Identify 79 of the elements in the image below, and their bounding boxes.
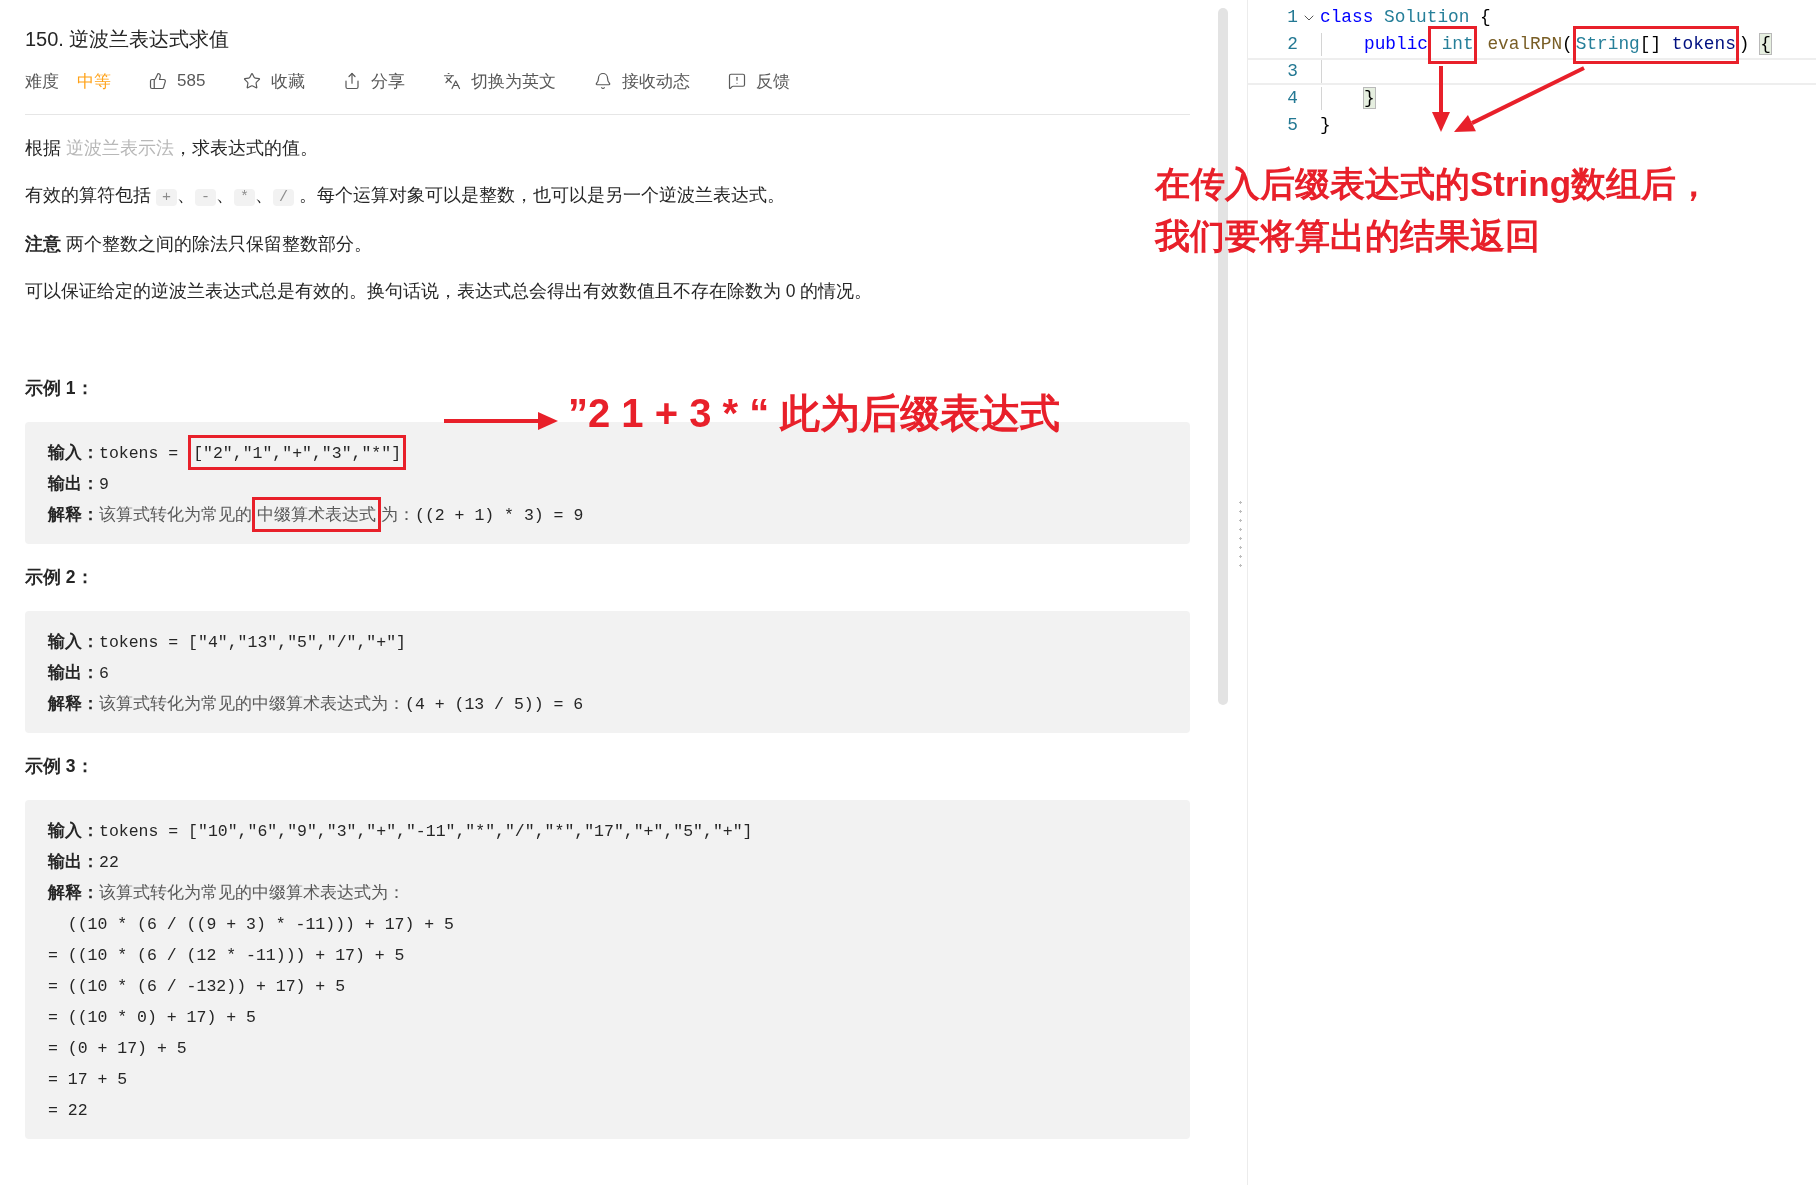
code-token: class: [1320, 7, 1374, 27]
code-token: Solution: [1383, 7, 1470, 27]
example-code: tokens =: [99, 444, 180, 463]
example-code: ((10 * (6 / ((9 + 3) * -11))) + 17) + 5: [66, 915, 454, 934]
description-text: 可以保证给定的逆波兰表达式总是有效的。换句话说，表达式总会得出有效数值且不存在除数为 0 的情况。: [25, 280, 873, 303]
example-code: tokens = ["4","13","5","/","+"]: [99, 633, 406, 652]
example-heading: 示例 3：: [25, 755, 94, 778]
inline-code: *: [233, 189, 255, 206]
translate-button[interactable]: 切换为英文: [443, 69, 557, 93]
line-number: 1: [1286, 6, 1298, 29]
inline-code: /: [272, 189, 294, 206]
share-button[interactable]: 分享: [343, 69, 406, 93]
code-token: ): [1738, 34, 1751, 54]
translate-icon: [443, 72, 462, 90]
example-heading: 示例 1：: [25, 377, 94, 400]
line-number: 5: [1286, 114, 1298, 137]
message-icon: [728, 72, 747, 90]
example-code: = ((10 * (6 / -132)) + 17) + 5: [48, 977, 346, 996]
description-text: 根据 逆波兰表示法，求表达式的值。: [25, 137, 318, 160]
code-token: }: [1320, 115, 1331, 135]
difficulty-label: 难度: [25, 70, 59, 93]
difficulty-value: 中等: [77, 70, 111, 93]
annotation-text: 在传入后缀表达式的String数组后，: [1155, 163, 1712, 205]
code-token: String: [1575, 34, 1640, 54]
example-note: 中缀算术表达式: [257, 505, 376, 524]
annotation-arrow: [1432, 66, 1450, 132]
example-label: 解释：: [48, 694, 99, 713]
example-code: = ((10 * (6 / (12 * -11))) + 17) + 5: [48, 946, 405, 965]
description-text: 有效的算符包括 + 、 - 、 * 、 / 。每个运算对象可以是整数，也可以是另一个逆波兰表达式。: [25, 184, 785, 208]
star-icon: [243, 72, 262, 90]
share-icon: [343, 72, 362, 90]
example-code: 22: [99, 853, 119, 872]
example-note: 该算式转化为常见的中缀算术表达式为：: [99, 694, 405, 713]
example-code: = ((10 * 0) + 17) + 5: [48, 1008, 256, 1027]
example-code: = (0 + 17) + 5: [48, 1039, 187, 1058]
example-label: 输入：: [48, 821, 99, 840]
star-button[interactable]: 收藏: [243, 69, 306, 93]
example-note: 该算式转化为常见的中缀算术表达式为：: [99, 883, 405, 902]
line-number: 4: [1286, 87, 1298, 110]
matched-bracket: }: [1364, 88, 1375, 108]
inline-code: -: [194, 189, 216, 206]
code-token: tokens: [1671, 34, 1736, 54]
line-number: 3: [1286, 60, 1298, 83]
example-code: tokens = ["10","6","9","3","+","-11","*","/","*","17","+","5","+"]: [99, 822, 753, 841]
example-code: 9: [99, 475, 109, 494]
example-code: = 22: [48, 1101, 88, 1120]
description-text: 注意 两个整数之间的除法只保留整数部分。: [25, 233, 372, 256]
example-code: 6: [99, 664, 109, 683]
code-token: {: [1479, 7, 1491, 27]
annotation-text: 我们要将算出的结果返回: [1155, 215, 1541, 257]
inline-code: +: [155, 189, 177, 206]
problem-title: 150. 逆波兰表达式求值: [25, 27, 231, 52]
code-token: int: [1440, 34, 1474, 54]
example-label: 输出：: [48, 474, 99, 493]
example-code: (4 + (13 / 5)) = 6: [405, 695, 584, 714]
example-label: 输出：: [48, 852, 99, 871]
example-heading: 示例 2：: [25, 566, 94, 589]
example-code: ((2 + 1) * 3) = 9: [415, 506, 584, 525]
example-label: 解释：: [48, 883, 99, 902]
bell-button[interactable]: 接收动态: [594, 69, 691, 93]
thumbs-up-icon: [149, 72, 167, 90]
example-label: 输入：: [48, 632, 99, 651]
code-token: (: [1562, 34, 1573, 54]
example-note: 为：: [381, 505, 415, 524]
line-number: 2: [1286, 33, 1298, 56]
example-code: ["2","1","+","3","*"]: [193, 444, 402, 463]
like-button[interactable]: 585: [149, 71, 206, 91]
example-label: 输出：: [48, 663, 99, 682]
code-token: evalRPN: [1486, 34, 1563, 54]
matched-bracket: {: [1760, 34, 1771, 54]
example-label: 输入：: [48, 443, 99, 462]
bell-icon: [594, 72, 613, 90]
example-note: 该算式转化为常见的: [99, 505, 252, 524]
code-token: public: [1364, 34, 1429, 54]
feedback-button[interactable]: 反馈: [728, 69, 791, 93]
code-token: []: [1639, 34, 1663, 54]
example-code: = 17 + 5: [48, 1070, 128, 1089]
example-label: 解释：: [48, 505, 99, 524]
annotation-text: ”2 1 + 3 * “ 此为后缀表达式: [568, 390, 1061, 437]
